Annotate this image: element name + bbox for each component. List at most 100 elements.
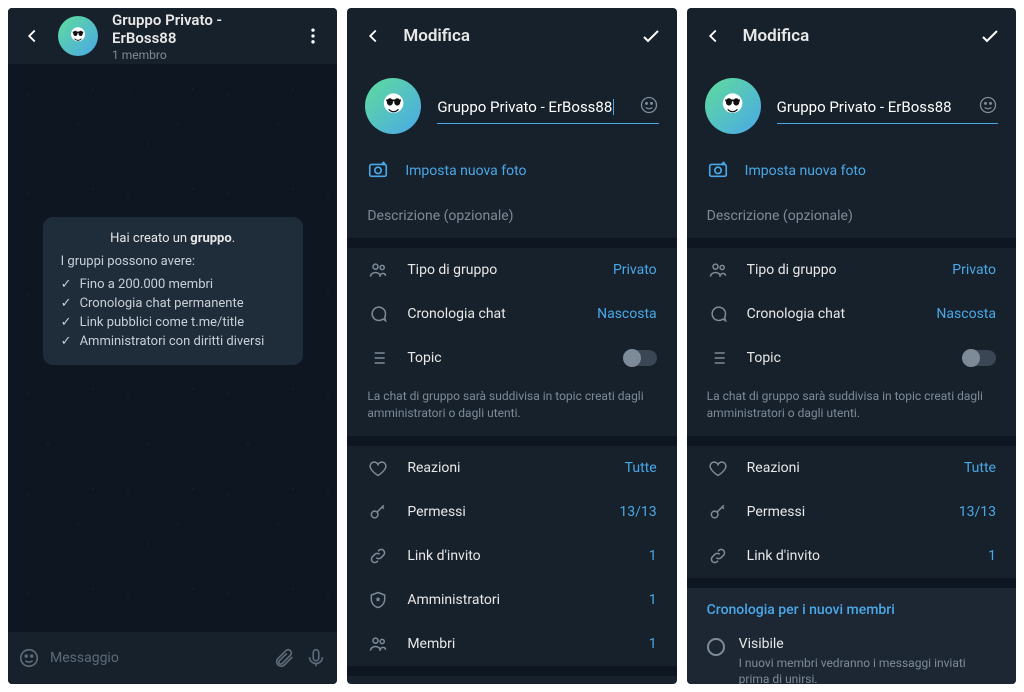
members-icon xyxy=(367,634,389,654)
option-desc: I nuovi membri vedranno i messaggi invia… xyxy=(739,655,996,684)
topic-row[interactable]: Topic xyxy=(347,336,676,380)
history-options-panel: Cronologia per i nuovi membri Visibile I… xyxy=(687,588,1016,684)
bullet-item: Fino a 200.000 membri xyxy=(80,277,214,292)
system-text-bold: gruppo xyxy=(190,231,231,246)
invite-link-row[interactable]: Link d'invito 1 xyxy=(687,534,1016,578)
edit-screen: Modifica Gruppo Privato - ErBoss88 Impos… xyxy=(347,8,676,684)
system-text: . xyxy=(232,231,235,246)
row-value: 1 xyxy=(649,636,657,652)
group-avatar[interactable] xyxy=(365,78,421,134)
row-value: Nascosta xyxy=(597,306,657,322)
history-option-visible[interactable]: Visibile I nuovi membri vedranno i messa… xyxy=(687,626,1016,684)
shield-star-icon xyxy=(367,590,389,610)
group-name-input[interactable]: Gruppo Privato - ErBoss88 xyxy=(437,89,658,124)
topic-toggle[interactable] xyxy=(964,350,996,366)
camera-plus-icon xyxy=(707,158,729,184)
compose-bar: Messaggio xyxy=(8,632,337,684)
reactions-row[interactable]: Reazioni Tutte xyxy=(347,446,676,490)
people-icon xyxy=(707,260,729,280)
row-label: Amministratori xyxy=(407,592,630,608)
group-avatar[interactable] xyxy=(58,16,98,56)
group-name-value: Gruppo Privato - ErBoss88 xyxy=(777,98,952,116)
group-type-row[interactable]: Tipo di gruppo Privato xyxy=(687,248,1016,292)
edit-header: Modifica xyxy=(687,8,1016,64)
set-photo-button[interactable]: Imposta nuova foto xyxy=(687,148,1016,194)
permissions-row[interactable]: Permessi 13/13 xyxy=(687,490,1016,534)
row-value: Privato xyxy=(952,262,996,278)
edit-header: Modifica xyxy=(347,8,676,64)
mic-icon[interactable] xyxy=(305,647,327,669)
row-value: 1 xyxy=(649,548,657,564)
row-label: Reazioni xyxy=(747,460,946,476)
confirm-icon[interactable] xyxy=(639,24,663,48)
bullet-item: Amministratori con diritti diversi xyxy=(80,334,265,349)
edit-title: Modifica xyxy=(403,26,620,46)
row-label: Cronologia chat xyxy=(407,306,579,322)
chat-history-row[interactable]: Cronologia chat Nascosta xyxy=(347,292,676,336)
camera-plus-icon xyxy=(367,158,389,184)
admins-row[interactable]: Amministratori 1 xyxy=(347,578,676,622)
row-label: Link d'invito xyxy=(407,548,630,564)
edit-screen-history: Modifica Gruppo Privato - ErBoss88 Impos… xyxy=(687,8,1016,684)
key-icon xyxy=(367,502,389,522)
list-icon xyxy=(707,348,729,368)
system-message: Hai creato un gruppo. I gruppi possono a… xyxy=(43,217,303,365)
bullet-item: Link pubblici come t.me/title xyxy=(80,315,245,330)
description-input[interactable]: Descrizione (opzionale) xyxy=(347,194,676,238)
chat-icon xyxy=(707,304,729,324)
radio-off-icon xyxy=(707,638,725,656)
row-label: Reazioni xyxy=(407,460,606,476)
row-value: 1 xyxy=(988,548,996,564)
attach-icon[interactable] xyxy=(273,647,295,669)
invite-link-row[interactable]: Link d'invito 1 xyxy=(347,534,676,578)
history-panel-title: Cronologia per i nuovi membri xyxy=(687,588,1016,626)
description-input[interactable]: Descrizione (opzionale) xyxy=(687,194,1016,238)
delete-group-button[interactable]: Elimina e lascia il gruppo xyxy=(347,676,676,684)
message-input[interactable]: Messaggio xyxy=(50,650,263,666)
chat-screen: Gruppo Privato - ErBoss88 1 membro Hai c… xyxy=(8,8,337,684)
edit-title: Modifica xyxy=(743,26,960,46)
back-icon[interactable] xyxy=(20,24,44,48)
row-label: Topic xyxy=(747,350,946,366)
chat-title[interactable]: Gruppo Privato - ErBoss88 xyxy=(112,11,287,47)
chat-history-row[interactable]: Cronologia chat Nascosta xyxy=(687,292,1016,336)
group-avatar[interactable] xyxy=(705,78,761,134)
row-value: Nascosta xyxy=(936,306,996,322)
option-label: Visibile xyxy=(739,636,996,652)
reactions-row[interactable]: Reazioni Tutte xyxy=(687,446,1016,490)
system-text: Hai creato un xyxy=(110,231,190,246)
group-name-input[interactable]: Gruppo Privato - ErBoss88 xyxy=(777,89,998,124)
row-label: Topic xyxy=(407,350,606,366)
emoji-icon[interactable] xyxy=(18,647,40,669)
topic-hint: La chat di gruppo sarà suddivisa in topi… xyxy=(687,380,1016,436)
row-label: Permessi xyxy=(747,504,941,520)
permissions-row[interactable]: Permessi 13/13 xyxy=(347,490,676,534)
row-label: Cronologia chat xyxy=(747,306,919,322)
back-icon[interactable] xyxy=(701,24,725,48)
topic-hint: La chat di gruppo sarà suddivisa in topi… xyxy=(347,380,676,436)
row-label: Tipo di gruppo xyxy=(747,262,935,278)
topic-row[interactable]: Topic xyxy=(687,336,1016,380)
text-cursor xyxy=(613,99,614,115)
chat-subtitle: 1 membro xyxy=(112,48,287,62)
members-row[interactable]: Membri 1 xyxy=(347,622,676,666)
row-value: 13/13 xyxy=(959,504,996,520)
row-label: Permessi xyxy=(407,504,601,520)
row-value: 13/13 xyxy=(619,504,656,520)
emoji-icon[interactable] xyxy=(978,95,998,119)
back-icon[interactable] xyxy=(361,24,385,48)
more-icon[interactable] xyxy=(301,24,325,48)
set-photo-label: Imposta nuova foto xyxy=(405,163,526,179)
row-value: Tutte xyxy=(964,460,996,476)
group-type-row[interactable]: Tipo di gruppo Privato xyxy=(347,248,676,292)
link-icon xyxy=(707,546,729,566)
row-label: Tipo di gruppo xyxy=(407,262,595,278)
emoji-icon[interactable] xyxy=(639,95,659,119)
set-photo-button[interactable]: Imposta nuova foto xyxy=(347,148,676,194)
row-value: 1 xyxy=(649,592,657,608)
topic-toggle[interactable] xyxy=(625,350,657,366)
row-label: Membri xyxy=(407,636,630,652)
link-icon xyxy=(367,546,389,566)
confirm-icon[interactable] xyxy=(978,24,1002,48)
chat-icon xyxy=(367,304,389,324)
